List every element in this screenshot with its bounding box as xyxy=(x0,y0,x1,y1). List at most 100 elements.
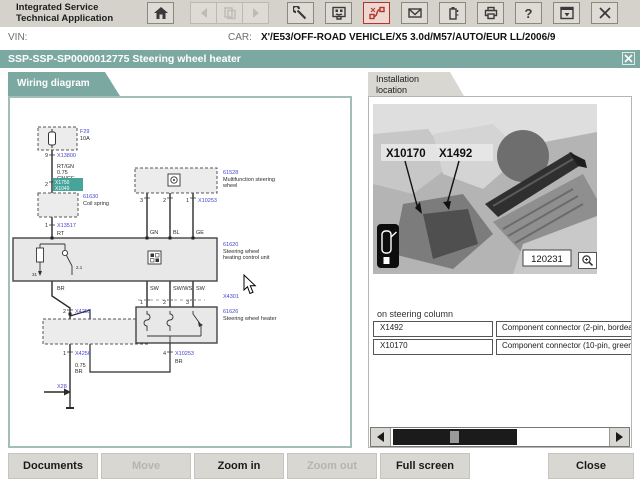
fuse-box xyxy=(37,126,78,151)
installation-photo[interactable]: X10170 X1492 120231 xyxy=(373,104,597,274)
pin-number: 9 xyxy=(45,153,48,159)
tab-installation-location[interactable]: Installation location xyxy=(368,72,464,96)
document-close-button[interactable] xyxy=(622,52,635,65)
help-icon: ? xyxy=(524,5,533,21)
photo-id: 120231 xyxy=(531,254,563,265)
pin-number: 4 xyxy=(163,351,166,357)
connector-link[interactable]: X4301 xyxy=(223,294,239,300)
help-button[interactable]: ? xyxy=(515,2,542,24)
wire-label: BR xyxy=(57,286,65,292)
connector-link[interactable]: X4255 xyxy=(75,309,91,315)
connector-code: X10170 xyxy=(373,339,493,355)
close-button[interactable]: Close xyxy=(548,453,634,479)
multifunction-steering-wheel-box xyxy=(134,167,218,194)
wire-label: RT xyxy=(57,231,65,237)
connector-link[interactable]: X10253 xyxy=(175,351,194,357)
pin-number: 2 xyxy=(63,309,66,315)
scrollbar-grip xyxy=(450,431,459,443)
battery-icon xyxy=(448,7,458,20)
pin-number: 1 xyxy=(186,198,189,204)
wire-label: SW/WS xyxy=(173,286,193,292)
wrench-icon xyxy=(292,6,306,20)
table-row[interactable]: X10170 Component connector (10-pin, gree… xyxy=(373,339,631,355)
scroll-right-icon xyxy=(616,432,623,442)
print-button[interactable] xyxy=(477,2,504,24)
connector-link[interactable]: X10253 xyxy=(198,198,217,204)
full-screen-button[interactable]: Full screen xyxy=(380,453,470,479)
wire-label: GN xyxy=(150,230,158,236)
heater-link[interactable]: 61626 xyxy=(223,309,238,315)
pin-number: 3 xyxy=(186,300,189,306)
photo-label-x1492: X1492 xyxy=(439,148,472,160)
wiring-diagram-panel[interactable]: F29 10A 9 X13800 RT/GN 0.75 GN/GE 2 X175… xyxy=(8,96,352,448)
tab-installation-label2: location xyxy=(376,84,408,95)
printer-icon xyxy=(484,6,497,20)
photo-zoom-button[interactable] xyxy=(578,252,597,269)
window-minimize-icon xyxy=(559,6,574,20)
back-icon xyxy=(200,8,207,18)
coil-spring-link[interactable]: 61630 xyxy=(83,194,98,200)
pin-number: 3 xyxy=(140,198,143,204)
battery-status-button[interactable] xyxy=(439,2,466,24)
horizontal-scrollbar[interactable] xyxy=(370,427,630,447)
action-bar: Documents Move Zoom in Zoom out Full scr… xyxy=(0,452,640,480)
installation-caption: on steering column xyxy=(377,309,454,319)
car-label: CAR: xyxy=(228,32,252,43)
mfsw-name-line2: wheel xyxy=(222,183,237,189)
forward-button xyxy=(242,2,269,24)
table-row[interactable]: X1492 Component connector (2-pin, bordea… xyxy=(373,321,631,337)
coil-spring-box-1 xyxy=(37,192,79,218)
forward-icon xyxy=(252,8,259,18)
measuring-devices-button[interactable] xyxy=(325,2,352,24)
scrollbar-track[interactable] xyxy=(391,428,609,446)
wire-label: SW xyxy=(150,286,160,292)
ista-window: Integrated ServiceTechnical Application xyxy=(0,0,640,480)
connector-description: Component connector (10-pin, green), xyxy=(496,339,631,355)
internal-label: 2.1 xyxy=(76,265,83,270)
scrollbar-thumb[interactable] xyxy=(393,429,517,445)
tab-wiring-diagram[interactable]: Wiring diagram xyxy=(8,72,120,96)
car-door-pictogram-icon xyxy=(377,224,399,268)
coil-spring-box-2 xyxy=(42,318,149,345)
documents-button[interactable]: Documents xyxy=(8,453,98,479)
connector-link[interactable]: X13800 xyxy=(57,153,76,159)
home-icon xyxy=(153,7,168,19)
pin-number: 1 xyxy=(63,351,66,357)
connector-link[interactable]: X13517 xyxy=(57,223,76,229)
document-title: SSP-SSP-SP0000012775 Steering wheel heat… xyxy=(8,53,241,65)
tab-wiring-label: Wiring diagram xyxy=(17,78,90,89)
wire-label: BL xyxy=(173,230,180,236)
messages-button[interactable] xyxy=(401,2,428,24)
connector-table: X1492 Component connector (2-pin, bordea… xyxy=(373,321,631,357)
pin-number: 1 xyxy=(45,223,48,229)
zoom-in-button[interactable]: Zoom in xyxy=(194,453,284,479)
service-functions-button[interactable] xyxy=(287,2,314,24)
wire-label: GE xyxy=(196,230,204,236)
ground-link[interactable]: X28 xyxy=(57,384,67,390)
internal-label: 31 xyxy=(32,272,38,277)
pin-number: 2 xyxy=(163,300,166,306)
connector-alert-icon xyxy=(368,6,385,20)
minimize-button[interactable] xyxy=(553,2,580,24)
scroll-left-button[interactable] xyxy=(371,428,391,446)
photo-label-x10170: X10170 xyxy=(386,148,426,160)
fuse-rating: 10A xyxy=(80,136,90,142)
connector-link[interactable]: X4256 xyxy=(75,351,91,357)
control-unit-link[interactable]: 61620 xyxy=(223,242,238,248)
fuse-link[interactable]: F29 xyxy=(80,129,89,135)
mfsw-link[interactable]: 61528 xyxy=(223,170,238,176)
installation-location-panel: X10170 X1492 120231 on steering column X… xyxy=(368,96,632,448)
scroll-right-button[interactable] xyxy=(609,428,629,446)
pin-number: 2 xyxy=(45,182,48,188)
app-title: Integrated Service Technical Application xyxy=(16,2,113,24)
vehicle-bar: VIN: CAR: X'/E53/OFF-ROAD VEHICLE/X5 3.0… xyxy=(0,27,640,49)
vin-label: VIN: xyxy=(8,32,28,43)
selected-link-highlight[interactable]: X1750 X1049 xyxy=(53,178,83,192)
connection-status-button[interactable] xyxy=(363,2,390,24)
pages-icon xyxy=(223,7,236,20)
document-title-bar: SSP-SSP-SP0000012775 Steering wheel heat… xyxy=(0,50,640,68)
home-button[interactable] xyxy=(147,2,174,24)
exit-button[interactable] xyxy=(591,2,618,24)
steering-wheel-heater-box xyxy=(135,306,218,344)
window-close-icon xyxy=(598,7,611,19)
